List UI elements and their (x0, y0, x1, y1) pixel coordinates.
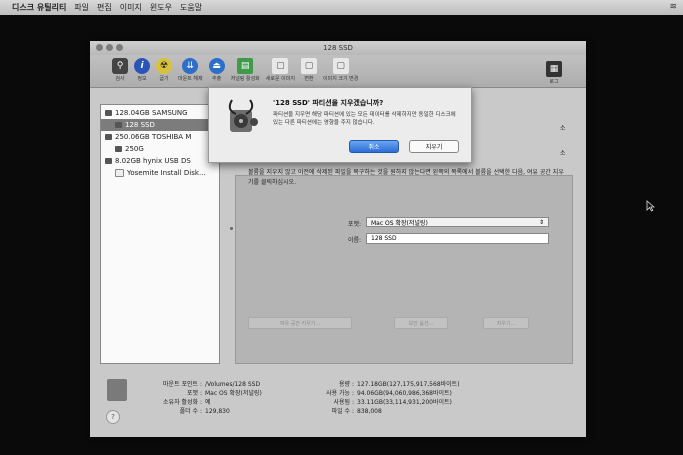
chevron-updown-icon: ⇕ (538, 218, 544, 226)
info-mount-point: 마운트 포인트 :/Volumes/128 SSD (163, 381, 261, 388)
format-select[interactable]: Mac OS 확장(저널링) ⇕ (366, 217, 549, 227)
menu-image[interactable]: 이미지 (120, 2, 142, 13)
resize-image-icon: ▢ (332, 58, 349, 74)
volume-item[interactable]: 128 SSD (101, 119, 219, 131)
splitter-handle[interactable] (230, 227, 233, 230)
confirm-erase-button[interactable]: 지우기 (409, 140, 459, 153)
window-title: 128 SSD (323, 44, 353, 52)
volume-icon (115, 122, 122, 128)
new-image-button[interactable]: ▢ 새로운 이미지 (266, 55, 295, 82)
volume-info-icon (107, 379, 127, 401)
burn-icon: ☢ (156, 58, 172, 74)
toolbar: ⚲ 검사 i 정보 ☢ 굽기 ⇊ 마운트 해제 ⏏ 추출 ▤ 저널링 활성화 ▢ 새로운 이미… (90, 55, 586, 88)
help-button[interactable]: ? (106, 410, 120, 424)
disk-item[interactable]: 8.02GB hynix USB DS (101, 155, 219, 167)
resize-image-button[interactable]: ▢ 이미지 크기 변경 (323, 55, 358, 82)
eject-button[interactable]: ⏏ 추출 (208, 55, 225, 82)
mouse-pointer-icon (646, 200, 655, 212)
journaling-icon: ▤ (237, 58, 254, 74)
panel-hint-text: 소 (560, 125, 566, 132)
info-button[interactable]: i 정보 (134, 55, 150, 82)
erase-confirmation-dialog: '128 SSD' 파티션을 지우겠습니까? 파티션을 지우면 해당 파티션에 … (208, 87, 472, 163)
close-window-button[interactable] (96, 44, 103, 51)
wifi-icon[interactable]: ≋ (669, 2, 677, 12)
dialog-message: 파티션을 지우면 해당 파티션에 있는 모든 데이터를 삭제하지만 동일한 디스… (273, 112, 456, 126)
security-options-button[interactable]: 보안 옵션... (394, 317, 448, 329)
volume-icon (115, 169, 124, 177)
info-used: 사용됨 :33.11GB(33,114,931,200바이트) (333, 399, 452, 406)
usb-drive-icon (105, 158, 112, 164)
cancel-button[interactable]: 취소 (349, 140, 399, 153)
unmount-button[interactable]: ⇊ 마운트 해제 (178, 55, 203, 82)
name-field[interactable]: 128 SSD (366, 233, 549, 244)
log-button[interactable]: ▦ 로그 (546, 58, 562, 85)
menu-file[interactable]: 파일 (74, 2, 89, 13)
info-owner: 소유자 활성화 :예 (163, 399, 211, 406)
hard-drive-icon (105, 110, 112, 116)
zoom-window-button[interactable] (116, 44, 123, 51)
burn-button[interactable]: ☢ 굽기 (156, 55, 172, 82)
erase-button[interactable]: 지우기... (483, 317, 529, 329)
volume-item[interactable]: 250G (101, 143, 219, 155)
info-folders: 폴더 수 :129,830 (179, 408, 230, 415)
eject-icon: ⏏ (208, 58, 225, 74)
menu-app-name[interactable]: 디스크 유틸리티 (12, 2, 66, 13)
erase-description: 볼륨을 지우지 않고 이전에 삭제된 파일을 복구하는 것을 원하지 않는다면 … (248, 169, 564, 186)
disk-item[interactable]: 250.06GB TOSHIBA M (101, 131, 219, 143)
microscope-icon: ⚲ (112, 58, 128, 74)
menu-bar: 디스크 유틸리티 파일 편집 이미지 윈도우 도움말 ≋ (0, 0, 683, 15)
info-files: 파일 수 :838,008 (331, 408, 382, 415)
info-format: 포맷 : Mac OS 확장(저널링) (187, 390, 262, 397)
dialog-title: '128 SSD' 파티션을 지우겠습니까? (273, 99, 384, 107)
convert-icon: ▢ (301, 58, 317, 74)
format-label: 포맷: (348, 221, 362, 228)
erase-free-space-button[interactable]: 여유 공간 지우기... (248, 317, 352, 329)
minimize-window-button[interactable] (106, 44, 113, 51)
unmount-icon: ⇊ (182, 58, 199, 74)
panel-hint-text: 소 (560, 150, 566, 157)
menu-help[interactable]: 도움말 (180, 2, 202, 13)
convert-button[interactable]: ▢ 변환 (301, 55, 317, 82)
window-controls (96, 44, 123, 51)
name-label: 이름: (348, 237, 362, 244)
menu-window[interactable]: 윈도우 (150, 2, 172, 13)
enable-journaling-button[interactable]: ▤ 저널링 활성화 (231, 55, 260, 82)
menu-edit[interactable]: 편집 (97, 2, 112, 13)
info-capacity: 용량 :127.18GB(127,175,917,568바이트) (339, 381, 460, 388)
verify-button[interactable]: ⚲ 검사 (112, 55, 128, 82)
disk-list: 128.04GB SAMSUNG 128 SSD 250.06GB TOSHIB… (100, 104, 220, 364)
info-available: 사용 가능 :94.06GB(94,060,986,368바이트) (326, 390, 452, 397)
erase-panel (235, 175, 573, 364)
hard-drive-icon (105, 134, 112, 140)
title-bar: 128 SSD (90, 41, 586, 55)
new-image-icon: ▢ (272, 58, 289, 74)
log-icon: ▦ (546, 61, 562, 77)
volume-item[interactable]: Yosemite Install Disk... (101, 167, 219, 179)
volume-icon (115, 146, 122, 152)
disk-item[interactable]: 128.04GB SAMSUNG (101, 107, 219, 119)
disk-stethoscope-icon (228, 99, 258, 132)
info-icon: i (134, 58, 150, 74)
